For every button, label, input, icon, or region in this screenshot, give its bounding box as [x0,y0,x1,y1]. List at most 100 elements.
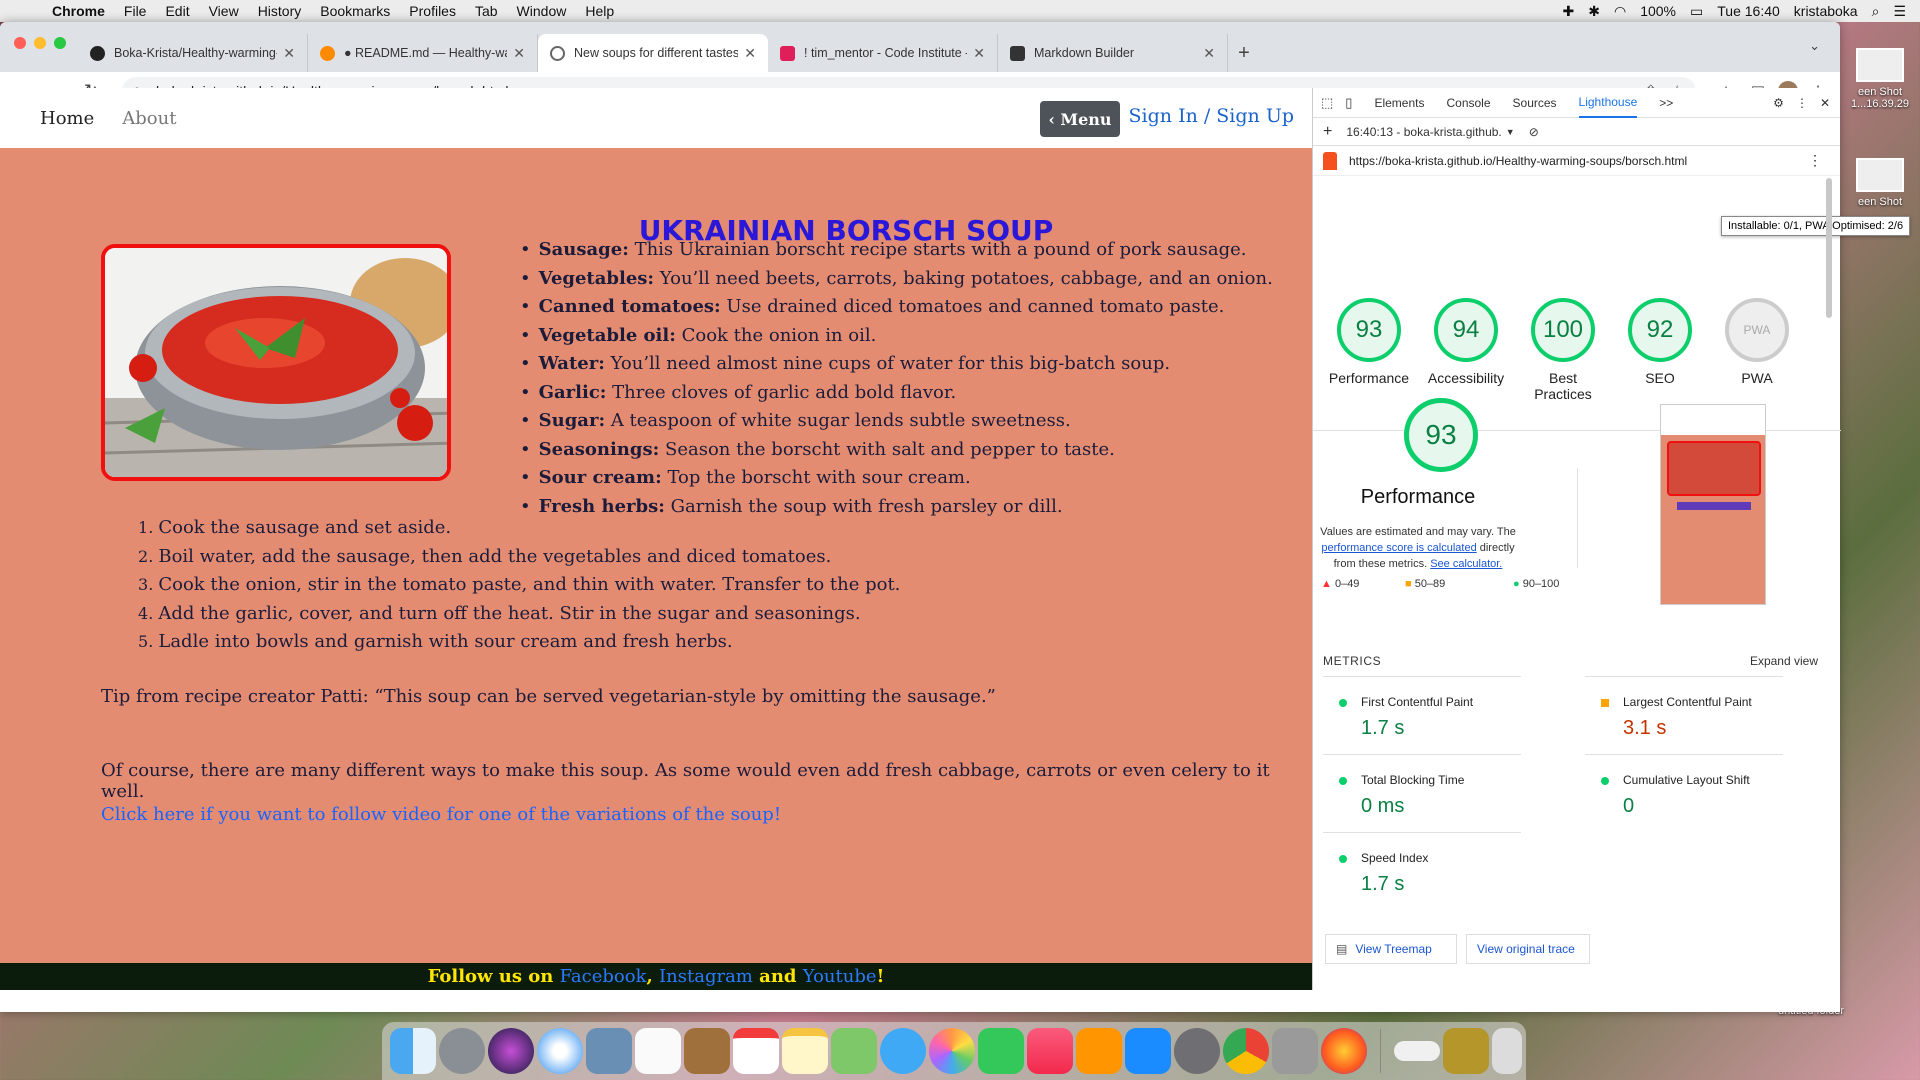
gauge-accessibility[interactable]: 94 Accessibility [1416,298,1516,386]
system-preferences-icon[interactable] [1174,1028,1220,1074]
site-footer: Follow us on Facebook, Instagram and You… [0,963,1312,990]
reminders-icon[interactable] [635,1028,681,1074]
trash-icon[interactable] [1492,1028,1522,1074]
pwa-badge-icon: PWA [1725,298,1789,362]
view-trace-button[interactable]: View original trace [1466,934,1590,964]
settings-gear-icon[interactable]: ⚙ [1773,96,1784,110]
devtools-menu-icon[interactable]: ⋮ [1796,96,1808,110]
close-tab-icon[interactable]: ✕ [283,45,295,62]
dropdown-arrow-icon[interactable]: ▼ [1506,127,1515,137]
metric-lcp: Largest Contentful Paint 3.1 s [1585,676,1783,752]
score-calculated-link[interactable]: performance score is calculated [1321,542,1476,554]
clear-report-icon[interactable]: ⊘ [1529,125,1539,139]
new-report-plus-icon[interactable]: + [1323,123,1332,141]
books-icon[interactable] [1076,1028,1122,1074]
close-devtools-icon[interactable]: ✕ [1820,96,1830,110]
photos-icon[interactable] [929,1028,975,1074]
safari-icon[interactable] [537,1028,583,1074]
video-link[interactable]: Click here if you want to follow video f… [101,804,781,825]
menu-tab[interactable]: Tab [475,3,498,19]
notes-icon[interactable] [782,1028,828,1074]
desktop-screenshot-1[interactable]: een Shot 1...16.39.29 [1838,48,1920,110]
utility-icon[interactable] [1272,1028,1318,1074]
close-tab-icon[interactable]: ✕ [973,45,985,62]
report-selector[interactable]: 16:40:13 - boka-krista.github. [1346,125,1501,139]
desktop-screenshot-2[interactable]: een Shot [1838,158,1920,208]
tab-console[interactable]: Console [1446,88,1490,118]
dock-downloads-icon[interactable] [1443,1028,1489,1074]
recipe-tip: Tip from recipe creator Patti: “This sou… [101,686,996,707]
firefox-icon[interactable] [1321,1028,1367,1074]
maps-icon[interactable] [831,1028,877,1074]
tab-slack[interactable]: ! tim_mentor - Code Institute - ✕ [768,34,998,72]
devtools-scrollbar[interactable] [1826,178,1832,318]
zoom-window-button[interactable] [54,37,66,49]
dock-folder-icon[interactable] [1394,1041,1440,1061]
facetime-icon[interactable] [978,1028,1024,1074]
menu-file[interactable]: File [124,3,147,19]
close-window-button[interactable] [14,37,26,49]
audited-url[interactable]: https://boka-krista.github.io/Healthy-wa… [1349,154,1687,168]
footer-text: and [752,966,803,987]
wifi-icon[interactable]: ◠ [1614,3,1626,20]
list-item: Sour cream: Top the borscht with sour cr… [520,464,1300,493]
preview-icon[interactable] [586,1028,632,1074]
app-store-icon[interactable] [1125,1028,1171,1074]
tab-gitpod[interactable]: ● README.md — Healthy-war ✕ [308,34,538,72]
gauge-performance[interactable]: 93 Performance [1319,298,1419,386]
macos-dock [382,1022,1526,1080]
gauge-seo[interactable]: 92 SEO [1610,298,1710,386]
minimize-window-button[interactable] [34,37,46,49]
chrome-icon[interactable] [1223,1028,1269,1074]
tab-sources[interactable]: Sources [1513,88,1557,118]
menu-window[interactable]: Window [517,3,567,19]
user-name[interactable]: kristaboka [1794,3,1858,19]
close-tab-icon[interactable]: ✕ [513,45,525,62]
launchpad-icon[interactable] [439,1028,485,1074]
music-icon[interactable] [1027,1028,1073,1074]
clock[interactable]: Tue 16:40 [1717,3,1780,19]
control-center-icon[interactable]: ☰ [1893,3,1906,20]
tab-lighthouse[interactable]: Lighthouse [1578,88,1638,118]
siri-icon[interactable] [488,1028,534,1074]
tab-elements[interactable]: Elements [1374,88,1424,118]
tab-search-chevron-icon[interactable]: ⌄ [1809,38,1820,54]
facebook-link[interactable]: Facebook [560,966,647,987]
more-tabs-chevron[interactable]: >> [1659,88,1673,118]
tab-github[interactable]: Boka-Krista/Healthy-warming- ✕ [78,34,308,72]
battery-icon[interactable]: ▭ [1690,3,1703,20]
device-toolbar-icon[interactable]: ▯ [1345,95,1352,111]
inspect-element-icon[interactable]: ⬚ [1321,95,1333,111]
spotlight-search-icon[interactable]: ⌕ [1872,3,1880,20]
menu-view[interactable]: View [209,3,239,19]
finder-icon[interactable] [390,1028,436,1074]
report-menu-icon[interactable]: ⋮ [1808,152,1822,169]
close-tab-icon[interactable]: ✕ [1203,45,1215,62]
menu-help[interactable]: Help [585,3,614,19]
menu-history[interactable]: History [258,3,302,19]
status-gear-icon[interactable]: ✱ [1588,3,1600,20]
new-tab-button[interactable]: + [1228,34,1260,72]
messages-icon[interactable] [880,1028,926,1074]
notebook-icon[interactable] [684,1028,730,1074]
apple-icon[interactable] [18,3,32,19]
youtube-link[interactable]: Youtube [803,966,877,987]
tab-new-soups[interactable]: New soups for different tastes ✕ [538,34,768,72]
tab-markdown-builder[interactable]: Markdown Builder ✕ [998,34,1228,72]
view-treemap-button[interactable]: ▤ View Treemap [1325,934,1457,964]
legend-label: 90–100 [1522,578,1560,590]
gauge-pwa[interactable]: PWA PWA [1707,298,1807,386]
menu-bookmarks[interactable]: Bookmarks [320,3,390,19]
instagram-link[interactable]: Instagram [659,966,753,987]
menu-chrome[interactable]: Chrome [52,3,105,19]
close-tab-icon[interactable]: ✕ [744,45,756,62]
calendar-icon[interactable] [733,1028,779,1074]
menu-edit[interactable]: Edit [165,3,189,19]
see-calculator-link[interactable]: See calculator. [1430,558,1502,570]
gauge-best-practices[interactable]: 100 Best Practices [1513,298,1613,402]
expand-view-toggle[interactable]: Expand view [1750,654,1818,668]
status-plus-icon[interactable]: ✚ [1563,3,1575,20]
battery-percent[interactable]: 100% [1640,3,1676,19]
fail-triangle-icon: ▲ [1321,578,1335,590]
menu-profiles[interactable]: Profiles [409,3,456,19]
